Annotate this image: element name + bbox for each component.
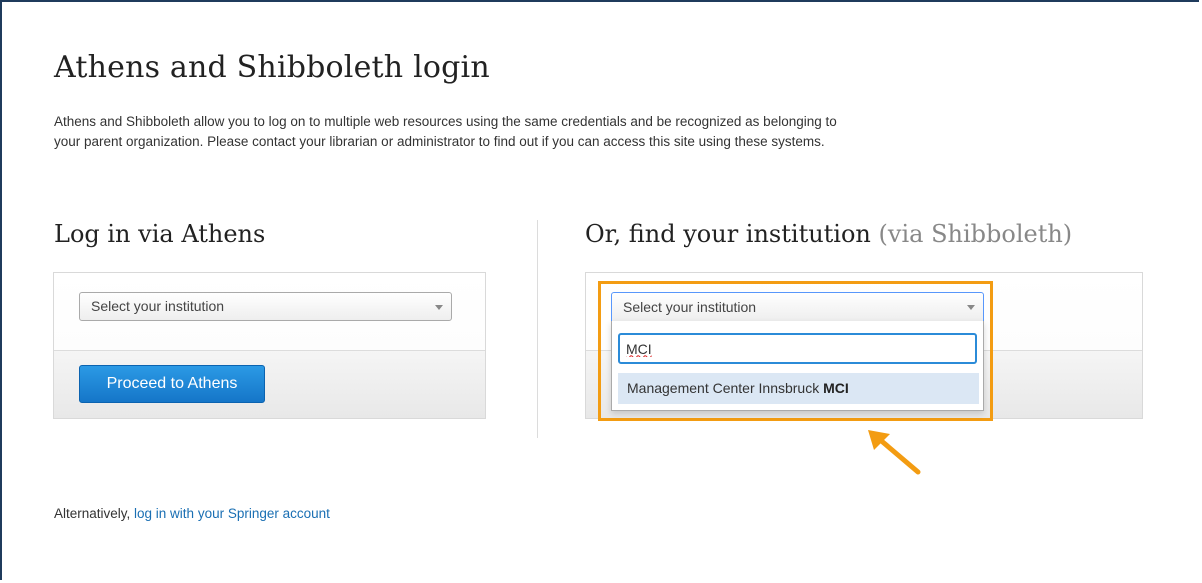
institution-dropdown: Management Center Innsbruck MCI [611, 321, 984, 411]
institution-search-input[interactable] [618, 333, 977, 364]
chevron-down-icon [435, 305, 443, 310]
shibboleth-heading-suffix: (via Shibboleth) [878, 220, 1073, 248]
athens-select-value: Select your institution [91, 298, 225, 314]
chevron-down-icon [967, 305, 975, 310]
athens-panel-lower: Proceed to Athens [54, 351, 485, 418]
alternative-prefix: Alternatively, [54, 506, 135, 521]
athens-institution-select[interactable]: Select your institution [79, 292, 452, 321]
alternative-login: Alternatively, log in with your Springer… [54, 506, 330, 521]
springer-account-link[interactable]: log in with your Springer account [134, 506, 330, 521]
dropdown-result-item[interactable]: Management Center Innsbruck MCI [618, 373, 979, 404]
proceed-to-athens-button[interactable]: Proceed to Athens [79, 365, 265, 403]
athens-heading: Log in via Athens [54, 220, 266, 248]
athens-panel: Select your institution Proceed to Athen… [53, 272, 486, 419]
page-title: Athens and Shibboleth login [54, 50, 490, 85]
shibboleth-institution-select[interactable]: Select your institution [611, 292, 984, 322]
shibboleth-select-value: Select your institution [623, 299, 757, 315]
shibboleth-heading: Or, find your institution (via Shibbolet… [585, 220, 1072, 248]
athens-panel-upper: Select your institution [54, 273, 485, 351]
column-divider [537, 220, 538, 438]
shibboleth-heading-main: Or, find your institution [585, 220, 871, 248]
result-match: MCI [823, 380, 849, 396]
result-prefix: Management Center Innsbruck [627, 380, 824, 396]
intro-text: Athens and Shibboleth allow you to log o… [54, 114, 837, 149]
page-frame: Athens and Shibboleth login Athens and S… [0, 0, 1199, 580]
arrow-up-left-icon [868, 430, 921, 475]
